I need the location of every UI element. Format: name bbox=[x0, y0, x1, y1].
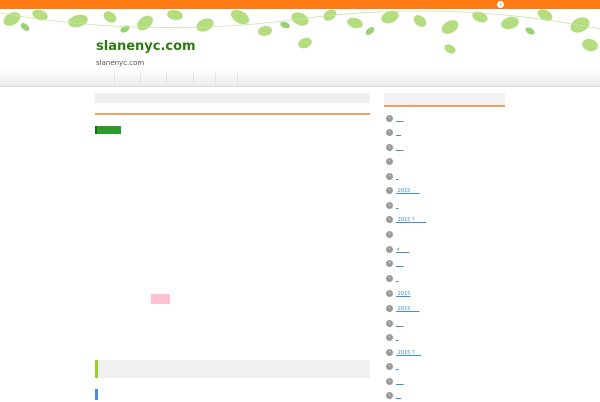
arrow-bullet-icon: › bbox=[386, 349, 393, 356]
arrow-bullet-icon: › bbox=[386, 378, 393, 385]
arrow-bullet-icon: › bbox=[386, 290, 393, 297]
arrow-bullet-icon: › bbox=[386, 187, 393, 194]
sidebar-link[interactable]: ___ bbox=[396, 113, 404, 125]
arrow-bullet-icon: › bbox=[386, 334, 393, 341]
arrow-bullet-icon: › bbox=[386, 320, 393, 327]
sidebar-link[interactable]: 2015 ___ bbox=[396, 185, 420, 197]
sidebar-link[interactable]: ___ bbox=[396, 258, 404, 270]
sidebar-link[interactable]: 2015 bbox=[396, 288, 411, 300]
category-label[interactable] bbox=[95, 126, 121, 134]
arrow-bullet-icon: › bbox=[386, 231, 393, 238]
sidebar-link[interactable]: __ bbox=[396, 127, 401, 139]
arrow-bullet-icon: › bbox=[386, 275, 393, 282]
arrow-bullet-icon: › bbox=[386, 305, 393, 312]
sidebar-link[interactable]: _ bbox=[396, 361, 399, 373]
breadcrumb bbox=[95, 93, 370, 103]
chevron-right-icon[interactable]: › bbox=[497, 1, 504, 8]
arrow-bullet-icon: › bbox=[386, 144, 393, 151]
sidebar-link[interactable]: ___ bbox=[396, 142, 404, 154]
nav-separator bbox=[237, 72, 238, 84]
sidebar-link[interactable]: _ bbox=[396, 171, 399, 183]
site-subtitle: slanenyc.com bbox=[96, 59, 145, 67]
section-heading bbox=[95, 360, 370, 378]
site-header: slanenyc.com slanenyc.com bbox=[0, 9, 600, 69]
sidebar-link[interactable]: ___ bbox=[396, 376, 404, 388]
arrow-bullet-icon: › bbox=[386, 363, 393, 370]
sidebar-link[interactable]: _ bbox=[396, 200, 399, 212]
nav-separator bbox=[215, 72, 216, 84]
sidebar-link[interactable]: _ bbox=[396, 273, 399, 285]
sidebar-link[interactable]: 2015 ___ bbox=[396, 303, 420, 315]
top-bar: › bbox=[0, 0, 600, 9]
main-navigation bbox=[0, 69, 600, 87]
site-title[interactable]: slanenyc.com bbox=[96, 39, 196, 54]
sidebar-link[interactable]: ___ bbox=[396, 318, 404, 330]
sidebar-link[interactable]: _ bbox=[396, 332, 399, 344]
sidebar-link[interactable]: × ___ bbox=[396, 244, 409, 256]
leaf-banner-image bbox=[0, 9, 600, 54]
sidebar-link[interactable]: __ bbox=[396, 390, 401, 402]
arrow-bullet-icon: › bbox=[386, 392, 393, 399]
arrow-bullet-icon: › bbox=[386, 115, 393, 122]
nav-separator bbox=[166, 72, 167, 84]
sidebar-link[interactable]: 2015 ? __ bbox=[396, 347, 422, 359]
arrow-bullet-icon: › bbox=[386, 158, 393, 165]
arrow-bullet-icon: › bbox=[386, 202, 393, 209]
sidebar-link[interactable]: 2015 ? ____ bbox=[396, 214, 427, 226]
arrow-bullet-icon: › bbox=[386, 260, 393, 267]
arrow-bullet-icon: › bbox=[386, 246, 393, 253]
ad-banner[interactable] bbox=[151, 294, 170, 304]
sidebar-heading bbox=[384, 93, 505, 107]
arrow-bullet-icon: › bbox=[386, 173, 393, 180]
arrow-bullet-icon: › bbox=[386, 216, 393, 223]
nav-separator bbox=[193, 72, 194, 84]
nav-separator bbox=[140, 72, 141, 84]
arrow-bullet-icon: › bbox=[386, 129, 393, 136]
content-divider bbox=[95, 113, 370, 115]
subsection-marker bbox=[95, 389, 98, 400]
nav-separator bbox=[114, 72, 115, 84]
